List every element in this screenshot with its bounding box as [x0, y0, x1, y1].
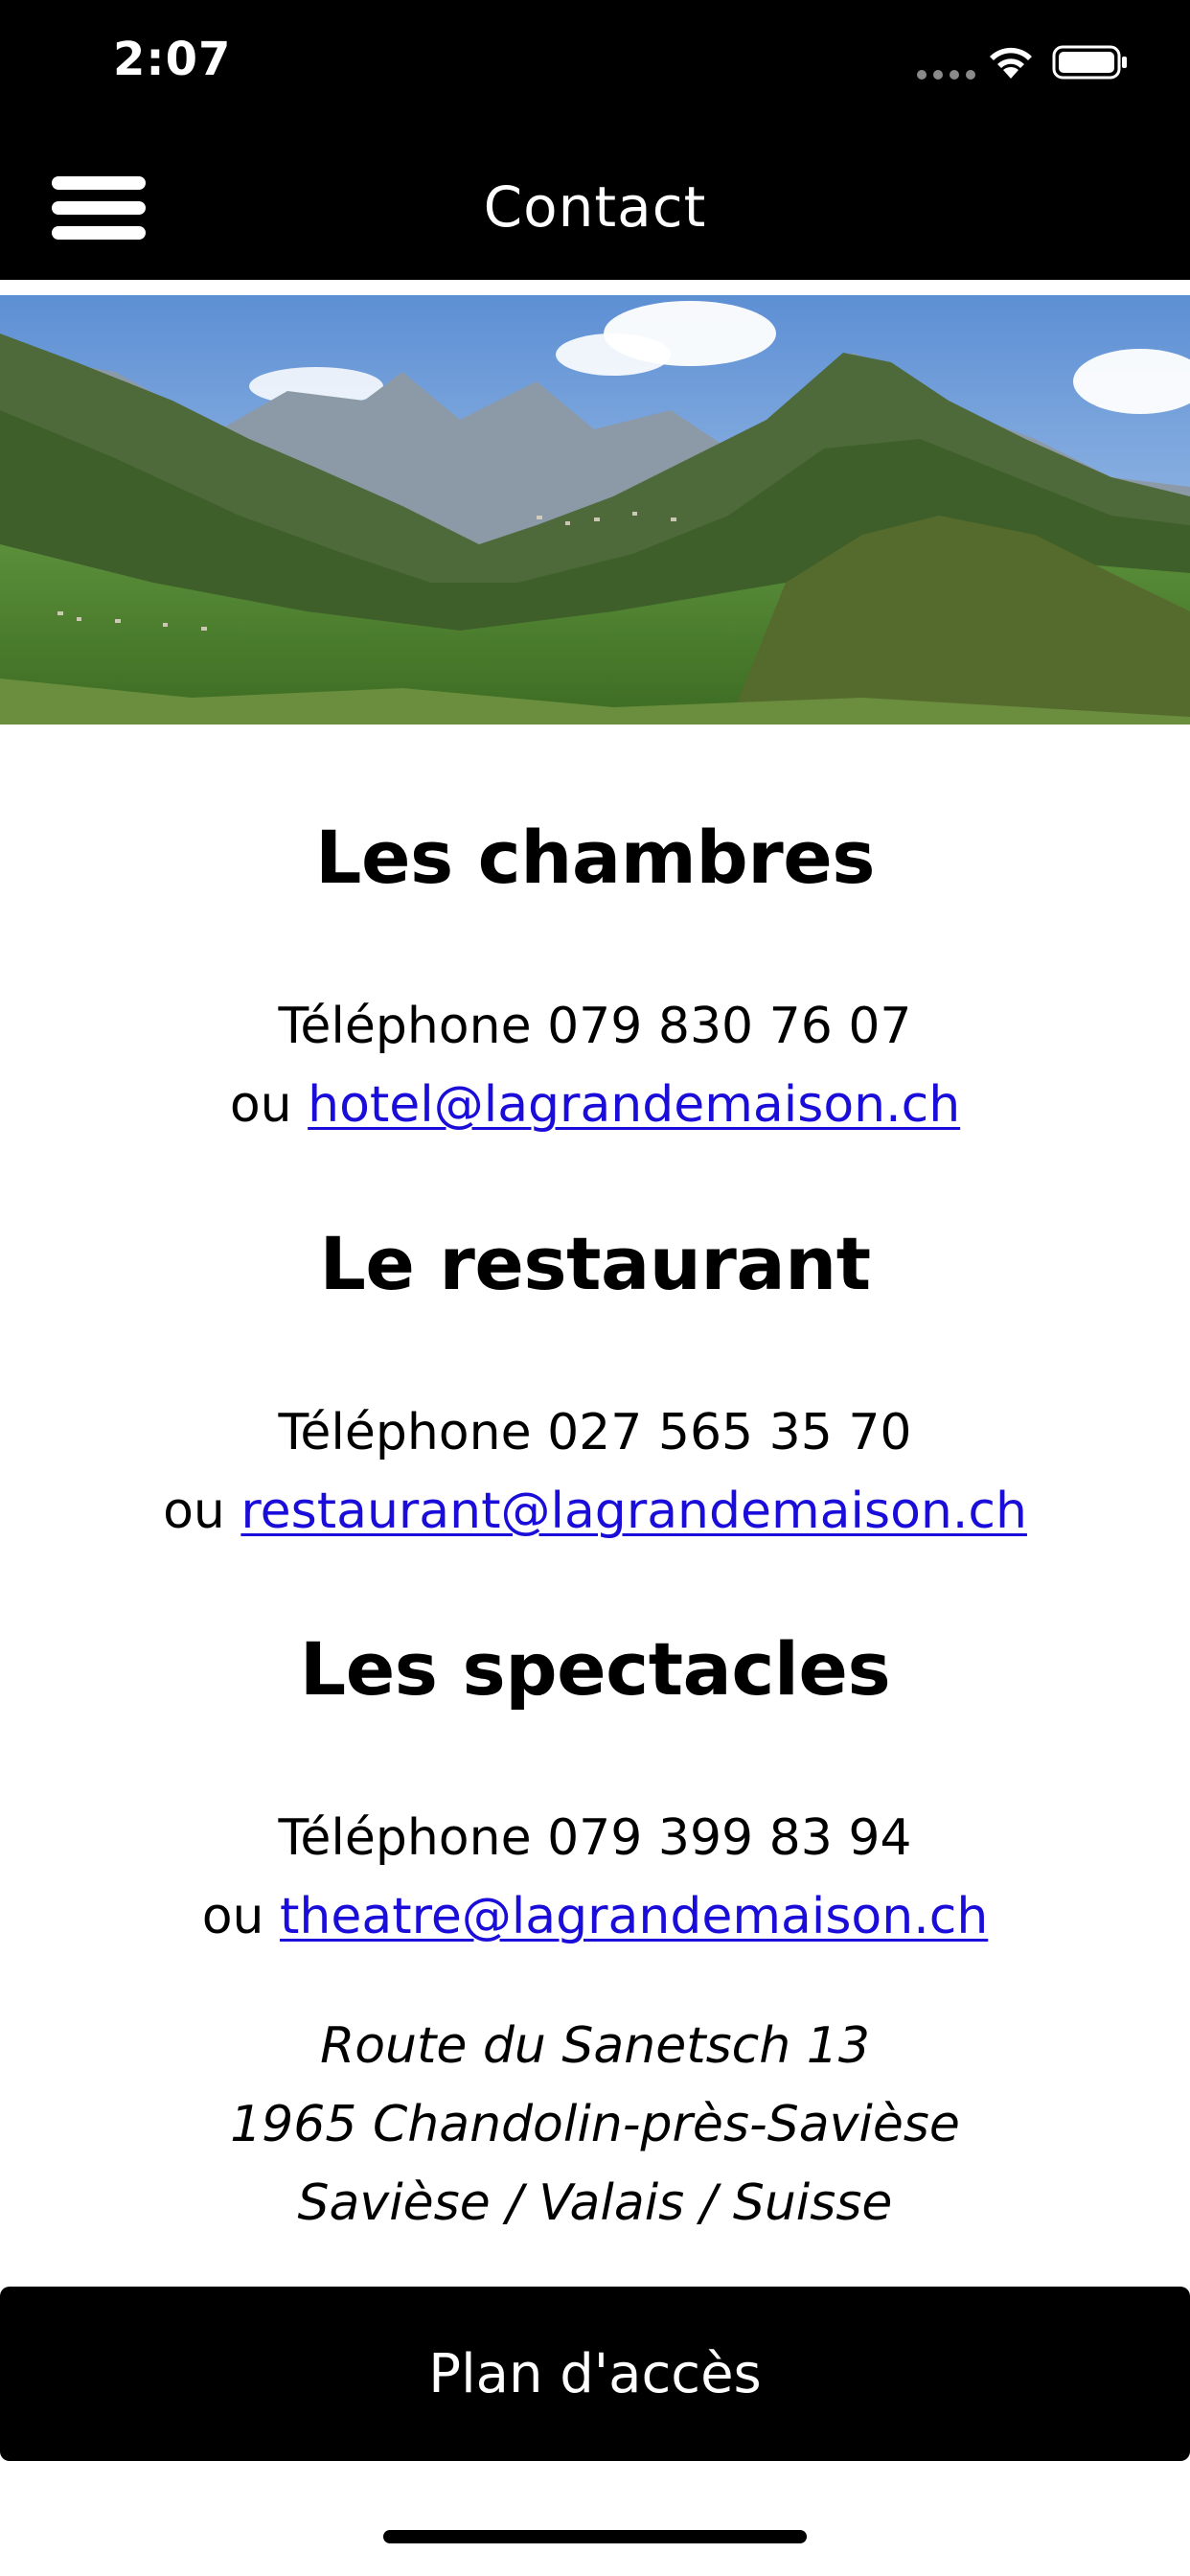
section-heading-spectacles: Les spectacles — [299, 1626, 891, 1712]
email-line-spectacles: ou theatre@lagrandemaison.ch — [0, 1887, 1190, 1946]
email-line-restaurant: ou restaurant@lagrandemaison.ch — [0, 1482, 1190, 1541]
email-link-restaurant[interactable]: restaurant@lagrandemaison.ch — [240, 1483, 1027, 1540]
email-prefix: ou — [163, 1483, 241, 1540]
page-title: Contact — [483, 174, 707, 240]
home-indicator[interactable] — [383, 2530, 807, 2543]
email-link-hotel[interactable]: hotel@lagrandemaison.ch — [308, 1076, 960, 1134]
signal-dots-icon — [917, 70, 975, 80]
wifi-icon — [990, 47, 1032, 79]
section-heading-chambres: Les chambres — [315, 815, 875, 900]
address-region: Savièse / Valais / Suisse — [297, 2174, 893, 2232]
address-city: 1965 Chandolin-près-Savièse — [230, 2096, 960, 2153]
battery-icon — [1052, 45, 1127, 80]
nav-bar: Contact — [0, 126, 1190, 280]
phone-line-spectacles: Téléphone 079 399 83 94 — [278, 1809, 912, 1867]
address-street: Route du Sanetsch 13 — [320, 2017, 870, 2075]
hero-landscape-image — [0, 295, 1190, 724]
section-heading-restaurant: Le restaurant — [319, 1221, 871, 1306]
phone-line-chambres: Téléphone 079 830 76 07 — [278, 998, 912, 1055]
status-time: 2:07 — [113, 33, 232, 86]
email-line-chambres: ou hotel@lagrandemaison.ch — [0, 1075, 1190, 1135]
phone-line-restaurant: Téléphone 027 565 35 70 — [278, 1404, 912, 1461]
email-prefix: ou — [229, 1076, 309, 1134]
email-prefix: ou — [201, 1888, 281, 1945]
status-bar: 2:07 — [0, 0, 1190, 126]
email-link-theatre[interactable]: theatre@lagrandemaison.ch — [280, 1888, 988, 1945]
plan-acces-button[interactable]: Plan d'accès — [0, 2287, 1190, 2461]
